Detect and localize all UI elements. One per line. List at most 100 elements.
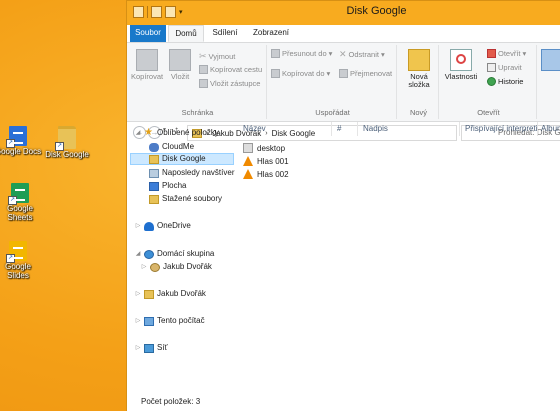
chevron-right-icon[interactable]: ▷ bbox=[141, 261, 147, 273]
user-folder-icon bbox=[144, 289, 154, 299]
sidebar-item-downloads[interactable]: Stažené soubory bbox=[149, 193, 222, 205]
navigation-pane: ◢ ★ Oblíbené položky CloudMe Disk Google… bbox=[127, 128, 234, 393]
sidebar-item-recent[interactable]: Naposledy navštíver bbox=[149, 167, 234, 179]
list-item[interactable]: Hlas 002 bbox=[243, 168, 289, 180]
sidebar-item-this-pc[interactable]: ▷ Tento počítač bbox=[135, 315, 205, 327]
paste-button[interactable]: Vložit bbox=[165, 49, 195, 81]
move-to-button[interactable]: Přesunout do ▾ bbox=[271, 49, 332, 58]
sidebar-item-homegroup-user[interactable]: ▷ Jakub Dvořák bbox=[141, 261, 212, 273]
group-open: Vlastnosti Otevřít ▾ Upravit Historie Ote… bbox=[441, 45, 537, 119]
rename-icon bbox=[339, 69, 348, 78]
file-list: Název # Nadpis Přispívající interpreti A… bbox=[235, 120, 560, 393]
user-avatar-icon bbox=[150, 262, 160, 272]
select-button[interactable] bbox=[541, 49, 560, 73]
copy-icon bbox=[136, 49, 158, 71]
sidebar-item-user[interactable]: ▷ Jakub Dvořák bbox=[135, 288, 206, 300]
downloads-folder-icon bbox=[149, 194, 159, 204]
group-label-open: Otevřít bbox=[477, 108, 500, 117]
desktop-icon-google-docs[interactable]: ↗ Google Docs bbox=[0, 126, 42, 156]
paste-shortcut-icon bbox=[199, 79, 208, 88]
desktop-icon-disk-google[interactable]: ↗ Disk Google bbox=[43, 126, 91, 159]
history-button[interactable]: Historie bbox=[487, 77, 523, 86]
open-button[interactable]: Otevřít ▾ bbox=[487, 49, 526, 58]
edit-icon bbox=[487, 63, 496, 72]
vlc-media-file-icon bbox=[243, 169, 253, 179]
window-title: Disk Google bbox=[346, 5, 407, 17]
chevron-right-icon[interactable]: ▷ bbox=[135, 220, 141, 232]
sidebar-item-network[interactable]: ▷ Síť bbox=[135, 342, 168, 354]
sidebar-item-onedrive[interactable]: ▷ OneDrive bbox=[135, 220, 191, 232]
properties-button[interactable]: Vlastnosti bbox=[443, 49, 479, 81]
desktop-icon-label: Google Slides bbox=[5, 262, 31, 280]
computer-icon bbox=[144, 316, 154, 326]
folder-icon: ↗ bbox=[55, 126, 76, 151]
delete-button[interactable]: ✕ Odstranit ▾ bbox=[339, 49, 385, 60]
properties-icon bbox=[450, 49, 472, 71]
group-select bbox=[539, 45, 560, 119]
open-icon bbox=[487, 49, 496, 58]
sidebar-item-cloudme[interactable]: CloudMe bbox=[149, 141, 194, 153]
chevron-down-icon[interactable]: ◢ bbox=[135, 127, 141, 139]
status-bar: Počet položek: 3 bbox=[127, 393, 560, 411]
group-new: Nová složka Nový bbox=[399, 45, 439, 119]
rename-button[interactable]: Přejmenovat bbox=[339, 69, 392, 78]
new-folder-button[interactable]: Nová složka bbox=[403, 49, 435, 89]
list-item[interactable]: Hlas 001 bbox=[243, 155, 289, 167]
dropdown-arrow-icon: ▾ bbox=[326, 69, 331, 78]
tab-view[interactable]: Zobrazení bbox=[247, 25, 295, 42]
desktop-icon bbox=[149, 181, 159, 191]
recent-places-icon bbox=[149, 168, 159, 178]
network-icon bbox=[144, 343, 154, 353]
copy-to-icon bbox=[271, 69, 280, 78]
history-icon bbox=[487, 77, 496, 86]
chevron-right-icon[interactable]: ▷ bbox=[135, 342, 141, 354]
column-header-title[interactable]: Nadpis bbox=[363, 124, 388, 133]
tab-home[interactable]: Domů bbox=[168, 25, 204, 42]
dropdown-arrow-icon: ▾ bbox=[380, 50, 385, 59]
cut-button[interactable]: ✂ Vyjmout bbox=[199, 51, 235, 62]
copy-to-button[interactable]: Kopírovat do ▾ bbox=[271, 69, 330, 78]
copy-button[interactable]: Kopírovat bbox=[131, 49, 163, 81]
group-label-new: Nový bbox=[409, 108, 428, 117]
column-header-contributing-artists[interactable]: Přispívající interpreti bbox=[465, 124, 537, 133]
onedrive-icon bbox=[144, 221, 154, 231]
star-icon: ★ bbox=[144, 127, 153, 138]
list-item[interactable]: desktop bbox=[243, 142, 285, 154]
sidebar-item-disk-google[interactable]: Disk Google bbox=[130, 153, 234, 165]
column-header-name[interactable]: Název bbox=[243, 124, 266, 133]
google-slides-icon: ↗ bbox=[6, 241, 27, 263]
new-folder-icon bbox=[408, 49, 430, 71]
google-docs-icon: ↗ bbox=[6, 126, 27, 148]
ribbon-tabs: Soubor Domů Sdílení Zobrazení bbox=[127, 25, 560, 43]
scissors-icon: ✂ bbox=[199, 51, 207, 61]
column-header-number[interactable]: # bbox=[337, 124, 341, 133]
explorer-window: ▾ Disk Google Soubor Domů Sdílení Zobraz… bbox=[126, 0, 560, 411]
homegroup-icon bbox=[144, 249, 154, 259]
paste-shortcut-button[interactable]: Vložit zástupce bbox=[199, 79, 260, 88]
vlc-media-file-icon bbox=[243, 156, 253, 166]
dropdown-arrow-icon: ▾ bbox=[522, 49, 527, 58]
google-sheets-icon: ↗ bbox=[8, 183, 29, 205]
sidebar-item-desktop[interactable]: Plocha bbox=[149, 180, 186, 192]
desktop-icon-label: Google Docs bbox=[0, 147, 42, 156]
title-bar[interactable]: ▾ Disk Google bbox=[127, 1, 560, 25]
desktop-icon-google-slides[interactable]: ↗ Google Slides bbox=[0, 241, 42, 280]
edit-button[interactable]: Upravit bbox=[487, 63, 522, 72]
desktop-icon-label: Disk Google bbox=[45, 150, 89, 159]
group-label-organize: Uspořádat bbox=[315, 108, 350, 117]
tab-share[interactable]: Sdílení bbox=[207, 25, 243, 42]
column-header-album[interactable]: Album bbox=[541, 124, 560, 133]
copy-path-button[interactable]: Kopírovat cestu bbox=[199, 65, 262, 74]
desktop-ini-icon bbox=[243, 143, 253, 153]
group-label-clipboard: Schránka bbox=[181, 108, 214, 117]
paste-icon bbox=[169, 49, 191, 71]
chevron-down-icon[interactable]: ◢ bbox=[135, 248, 141, 260]
sidebar-item-favorites[interactable]: ◢ ★ Oblíbené položky bbox=[135, 127, 219, 139]
sidebar-item-homegroup[interactable]: ◢ Domácí skupina bbox=[135, 248, 214, 260]
ribbon: Kopírovat Vložit ✂ Vyjmout Kopírovat cest… bbox=[127, 43, 560, 122]
tab-file[interactable]: Soubor bbox=[130, 25, 166, 42]
chevron-right-icon[interactable]: ▷ bbox=[135, 315, 141, 327]
move-to-icon bbox=[271, 49, 280, 58]
chevron-right-icon[interactable]: ▷ bbox=[135, 288, 141, 300]
desktop-icon-google-sheets[interactable]: ↗ Google Sheets bbox=[0, 183, 44, 222]
